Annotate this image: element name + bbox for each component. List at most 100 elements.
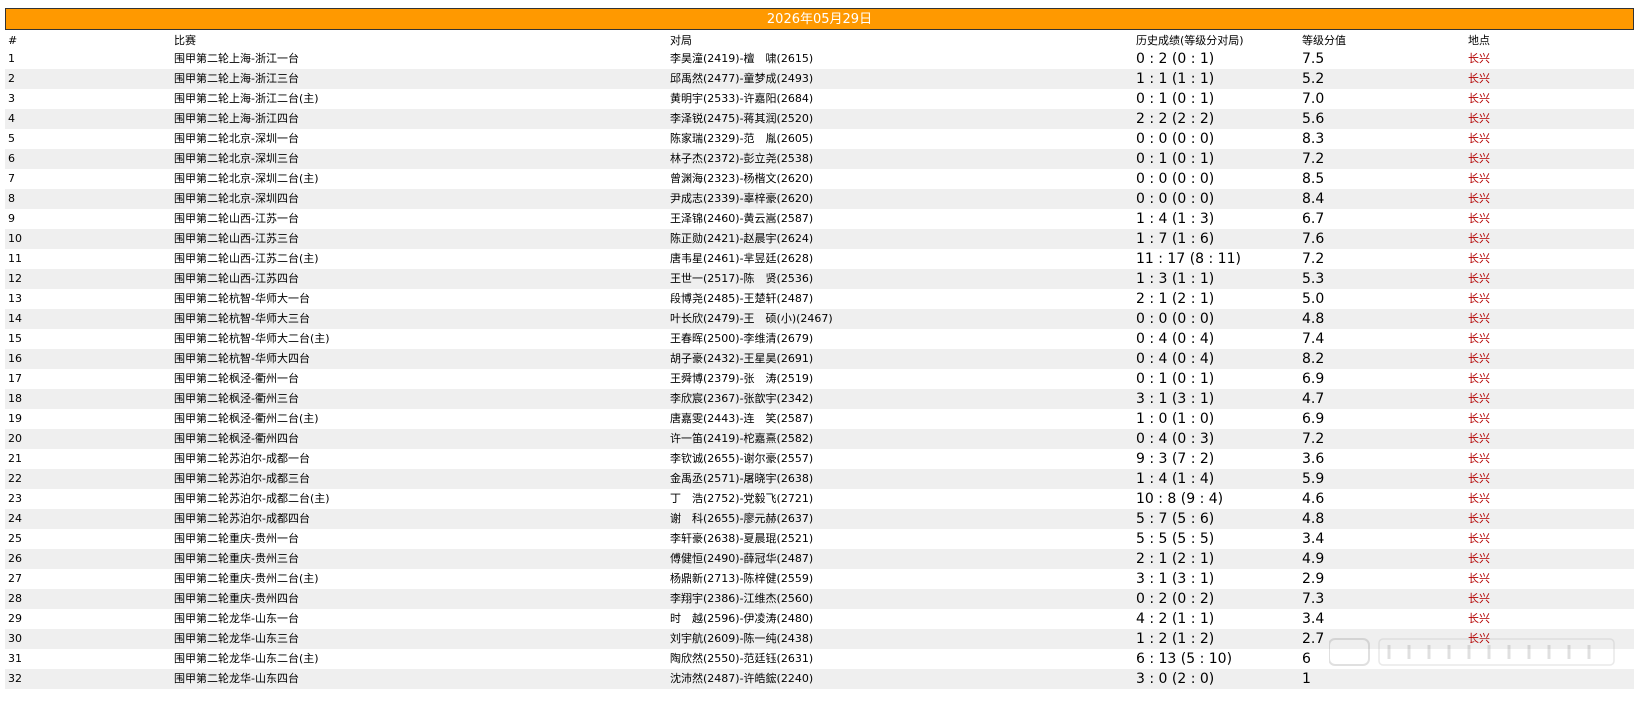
players: 陈正勋(2421)-赵晨宇(2624)	[667, 229, 1133, 249]
players: 陶欣然(2550)-范廷钰(2631)	[667, 649, 1133, 669]
table-row: 4 围甲第二轮上海-浙江四台 李泽锐(2475)-蒋其润(2520) 2 : 2 (2…	[5, 109, 1634, 129]
row-index: 1	[5, 49, 171, 69]
history-record: 1 : 4 (1 : 4)	[1133, 469, 1299, 489]
table-row: 11 围甲第二轮山西-江苏二台(主) 唐韦星(2461)-芈昱廷(2628) 11 :…	[5, 249, 1634, 269]
rating-value: 8.2	[1299, 349, 1465, 369]
match-name: 围甲第二轮山西-江苏四台	[171, 269, 667, 289]
history-record: 0 : 0 (0 : 0)	[1133, 189, 1299, 209]
history-record: 6 : 13 (5 : 10)	[1133, 649, 1299, 669]
rating-value: 8.5	[1299, 169, 1465, 189]
location: 长兴	[1465, 349, 1634, 369]
players: 沈沛然(2487)-许皓鋐(2240)	[667, 669, 1133, 689]
rating-value: 5.3	[1299, 269, 1465, 289]
players: 李昊潼(2419)-檀 啸(2615)	[667, 49, 1133, 69]
row-index: 7	[5, 169, 171, 189]
rating-value: 5.9	[1299, 469, 1465, 489]
players: 谢 科(2655)-廖元赫(2637)	[667, 509, 1133, 529]
history-record: 1 : 4 (1 : 3)	[1133, 209, 1299, 229]
match-name: 围甲第二轮枫泾-衢州三台	[171, 389, 667, 409]
rating-value: 5.2	[1299, 69, 1465, 89]
history-record: 0 : 1 (0 : 1)	[1133, 89, 1299, 109]
rating-value: 2.9	[1299, 569, 1465, 589]
history-record: 1 : 0 (1 : 0)	[1133, 409, 1299, 429]
row-index: 9	[5, 209, 171, 229]
rating-value: 3.4	[1299, 529, 1465, 549]
row-index: 5	[5, 129, 171, 149]
table-row: 5 围甲第二轮北京-深圳一台 陈家瑞(2329)-范 胤(2605) 0 : 0 (0…	[5, 129, 1634, 149]
location: 长兴	[1465, 229, 1634, 249]
rating-value: 5.0	[1299, 289, 1465, 309]
history-record: 3 : 0 (2 : 0)	[1133, 669, 1299, 689]
players: 曾渊海(2323)-杨楷文(2620)	[667, 169, 1133, 189]
location: 长兴	[1465, 489, 1634, 509]
players: 李钦诚(2655)-谢尔豪(2557)	[667, 449, 1133, 469]
history-record: 11 : 17 (8 : 11)	[1133, 249, 1299, 269]
table-row: 24 围甲第二轮苏泊尔-成都四台谢 科(2655)-廖元赫(2637) 5 : 7 …	[5, 509, 1634, 529]
location: 长兴	[1465, 549, 1634, 569]
match-name: 围甲第二轮重庆-贵州三台	[171, 549, 667, 569]
schedule-panel: 2026年05月29日 # 比赛 对局 历史成绩(等级分对局) 等级分值 地点 …	[5, 8, 1634, 689]
row-index: 3	[5, 89, 171, 109]
match-name: 围甲第二轮龙华-山东二台(主)	[171, 649, 667, 669]
header-history: 历史成绩(等级分对局)	[1133, 32, 1299, 49]
players: 唐嘉雯(2443)-连 笑(2587)	[667, 409, 1133, 429]
history-record: 0 : 2 (0 : 1)	[1133, 49, 1299, 69]
players: 金禹丞(2571)-屠晓宇(2638)	[667, 469, 1133, 489]
header-players: 对局	[667, 32, 1133, 49]
history-record: 0 : 4 (0 : 4)	[1133, 329, 1299, 349]
rating-value: 7.2	[1299, 429, 1465, 449]
match-name: 围甲第二轮龙华-山东一台	[171, 609, 667, 629]
players: 杨鼎新(2713)-陈梓健(2559)	[667, 569, 1133, 589]
history-record: 3 : 1 (3 : 1)	[1133, 569, 1299, 589]
header-rating-value: 等级分值	[1299, 32, 1465, 49]
history-record: 3 : 1 (3 : 1)	[1133, 389, 1299, 409]
players: 王泽锦(2460)-黄云嵩(2587)	[667, 209, 1133, 229]
row-index: 29	[5, 609, 171, 629]
rating-value: 6.7	[1299, 209, 1465, 229]
history-record: 2 : 1 (2 : 1)	[1133, 289, 1299, 309]
location: 长兴	[1465, 509, 1634, 529]
row-index: 12	[5, 269, 171, 289]
rating-value: 3.4	[1299, 609, 1465, 629]
row-index: 31	[5, 649, 171, 669]
history-record: 10 : 8 (9 : 4)	[1133, 489, 1299, 509]
match-name: 围甲第二轮苏泊尔-成都三台	[171, 469, 667, 489]
match-name: 围甲第二轮上海-浙江四台	[171, 109, 667, 129]
history-record: 0 : 1 (0 : 1)	[1133, 149, 1299, 169]
match-name: 围甲第二轮北京-深圳三台	[171, 149, 667, 169]
match-name: 围甲第二轮重庆-贵州四台	[171, 589, 667, 609]
location: 长兴	[1465, 589, 1634, 609]
match-name: 围甲第二轮杭智-华师大一台	[171, 289, 667, 309]
history-record: 1 : 2 (1 : 2)	[1133, 629, 1299, 649]
location: 长兴	[1465, 429, 1634, 449]
match-name: 围甲第二轮龙华-山东四台	[171, 669, 667, 689]
location	[1465, 649, 1634, 669]
location: 长兴	[1465, 89, 1634, 109]
rating-value: 7.5	[1299, 49, 1465, 69]
rating-value: 7.0	[1299, 89, 1465, 109]
location: 长兴	[1465, 149, 1634, 169]
table-row: 26 围甲第二轮重庆-贵州三台 傅健恒(2490)-薛冠华(2487) 2 : 1 (…	[5, 549, 1634, 569]
location: 长兴	[1465, 169, 1634, 189]
table-row: 8 围甲第二轮北京-深圳四台 尹成志(2339)-辜梓豪(2620) 0 : 0 (0…	[5, 189, 1634, 209]
location: 长兴	[1465, 309, 1634, 329]
history-record: 0 : 0 (0 : 0)	[1133, 309, 1299, 329]
location	[1465, 669, 1634, 689]
table-row: 19 围甲第二轮枫泾-衢州二台(主) 唐嘉雯(2443)-连 笑(2587) 1 : …	[5, 409, 1634, 429]
rating-value: 6.9	[1299, 369, 1465, 389]
table-row: 9 围甲第二轮山西-江苏一台 王泽锦(2460)-黄云嵩(2587) 1 : 4 (1…	[5, 209, 1634, 229]
players: 叶长欣(2479)-王 硕(小)(2467)	[667, 309, 1133, 329]
match-name: 围甲第二轮杭智-华师大四台	[171, 349, 667, 369]
header-location: 地点	[1465, 32, 1634, 49]
rating-value: 6	[1299, 649, 1465, 669]
location: 长兴	[1465, 469, 1634, 489]
rating-value: 1	[1299, 669, 1465, 689]
row-index: 24	[5, 509, 171, 529]
table-row: 18 围甲第二轮枫泾-衢州三台 李欣宸(2367)-张歆宇(2342) 3 : 1 (…	[5, 389, 1634, 409]
table-row: 32 围甲第二轮龙华-山东四台 沈沛然(2487)-许皓鋐(2240) 3 : 0 (…	[5, 669, 1634, 689]
row-index: 17	[5, 369, 171, 389]
header-match: 比赛	[171, 32, 667, 49]
row-index: 19	[5, 409, 171, 429]
row-index: 21	[5, 449, 171, 469]
match-name: 围甲第二轮北京-深圳四台	[171, 189, 667, 209]
